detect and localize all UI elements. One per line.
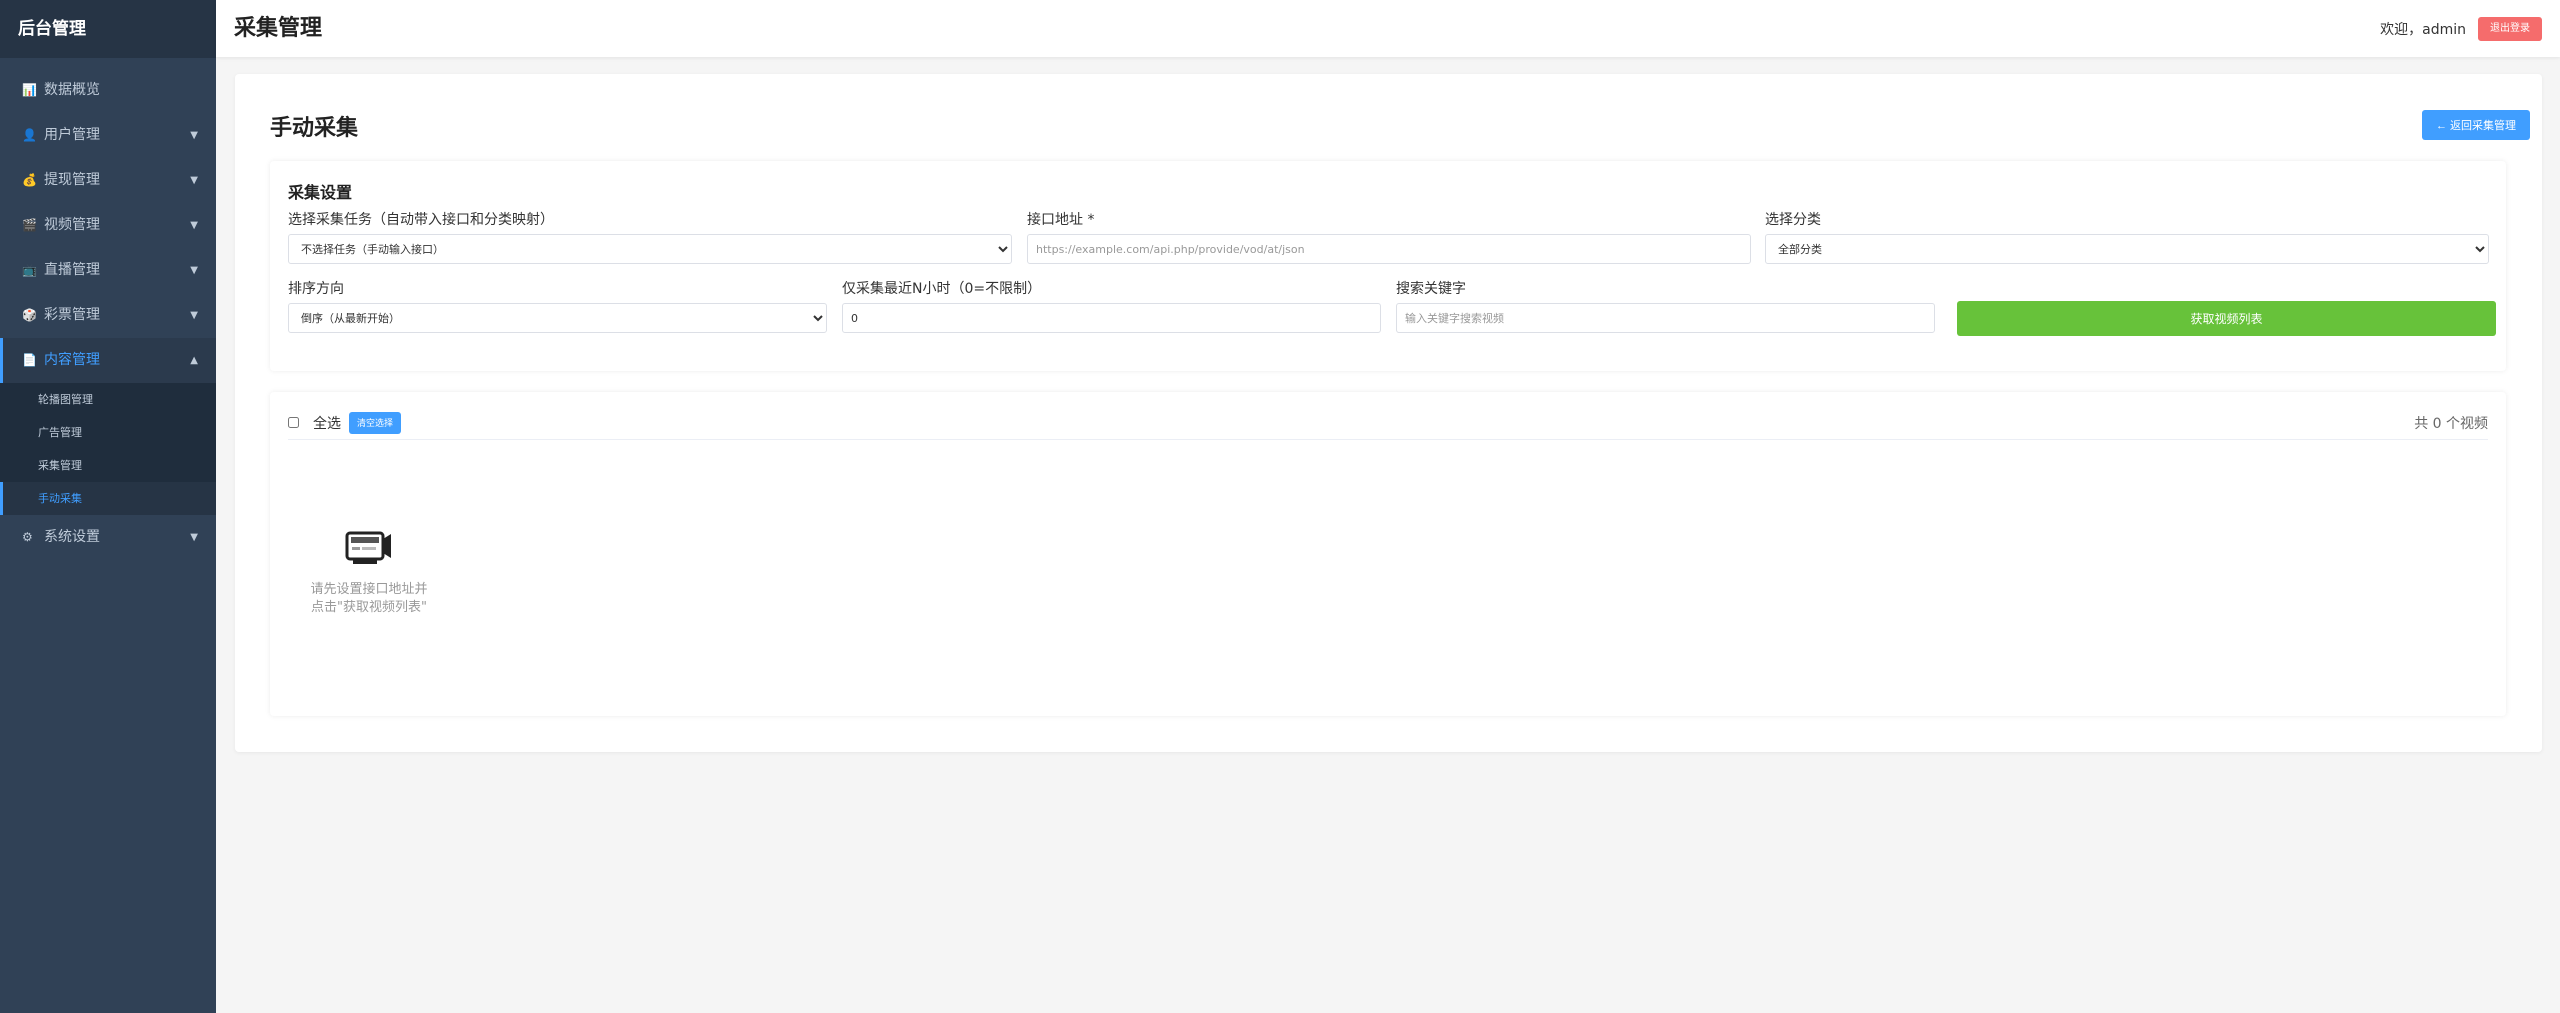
chevron-down-icon: ▼ [190,220,198,231]
chevron-down-icon: ▼ [190,310,198,321]
chevron-up-icon: ▲ [190,355,198,366]
task-label: 选择采集任务（自动带入接口和分类映射） [288,212,554,228]
select-all-label[interactable]: 全选 [313,413,341,433]
user-icon: 👤 [22,128,37,142]
sidebar-item-label: 数据概览 [44,82,100,98]
sidebar-item-label: 系统设置 [44,529,100,545]
sidebar-subitem-ads[interactable]: 广告管理 [0,416,216,449]
keyword-input[interactable] [1396,303,1935,333]
sort-select[interactable]: 倒序（从最新开始） [288,303,827,333]
sidebar-item-withdraw[interactable]: 💰 提现管理 ▼ [0,158,216,203]
welcome-text: 欢迎，admin [2380,22,2466,38]
sidebar-item-label: 内容管理 [44,352,100,368]
hours-input[interactable] [842,303,1381,333]
document-icon: 📄 [22,353,37,367]
task-field: 选择采集任务（自动带入接口和分类映射） 不选择任务（手动输入接口） [288,209,1012,264]
sidebar-item-label: 彩票管理 [44,307,100,323]
sidebar: 后台管理 📊 数据概览 👤 用户管理 ▼ 💰 提现管理 ▼ 🎬 视频管理 ▼ 📺 直播管理… [0,0,216,1013]
api-field: 接口地址 * [1027,209,1751,264]
sidebar-item-content[interactable]: 📄 内容管理 ▲ [0,338,216,383]
sort-field: 排序方向 倒序（从最新开始） [288,278,827,333]
hours-field: 仅采集最近N小时（0=不限制） [842,278,1381,333]
sidebar-subitem-banner[interactable]: 轮播图管理 [0,383,216,416]
collect-settings-panel: 采集设置 选择采集任务（自动带入接口和分类映射） 不选择任务（手动输入接口） 接… [270,161,2506,371]
category-field: 选择分类 全部分类 [1765,209,2489,264]
video-camera-icon [345,531,391,564]
empty-state: 请先设置接口地址并点击"获取视频列表" [308,527,430,617]
fetch-video-list-button[interactable]: 获取视频列表 [1957,301,2496,336]
chart-icon: 📊 [22,83,37,97]
empty-state-text: 请先设置接口地址并点击"获取视频列表" [310,582,428,615]
sidebar-title: 后台管理 [0,0,216,58]
api-url-input[interactable] [1027,234,1751,264]
page-title: 手动采集 [270,116,359,141]
chevron-down-icon: ▼ [190,175,198,186]
sidebar-nav: 📊 数据概览 👤 用户管理 ▼ 💰 提现管理 ▼ 🎬 视频管理 ▼ 📺 直播管理 ▼ 🎲 彩… [0,68,216,560]
film-icon: 🎬 [22,218,37,232]
clear-selection-button[interactable]: 清空选择 [349,411,402,434]
category-label: 选择分类 [1765,212,1821,228]
gear-icon: ⚙ [22,530,33,544]
top-header: 采集管理 欢迎，admin 退出登录 [216,0,2560,57]
sidebar-item-label: 视频管理 [44,217,100,233]
select-all-checkbox[interactable] [288,417,299,428]
main-card: 手动采集 ← 返回采集管理 采集设置 选择采集任务（自动带入接口和分类映射） 不… [235,74,2542,752]
back-to-collect-button[interactable]: ← 返回采集管理 [2421,110,2530,140]
sidebar-subitem-manual-collect[interactable]: 手动采集 [0,482,216,515]
settings-heading: 采集设置 [288,183,353,202]
video-list-panel: 全选 清空选择 共 0 个视频 请先设置接口地址并点击"获取视频列表" [270,392,2506,716]
sidebar-item-dashboard[interactable]: 📊 数据概览 [0,68,216,113]
sidebar-item-settings[interactable]: ⚙ 系统设置 ▼ [0,515,216,560]
sidebar-item-label: 直播管理 [44,262,100,278]
sidebar-item-users[interactable]: 👤 用户管理 ▼ [0,113,216,158]
sidebar-item-lottery[interactable]: 🎲 彩票管理 ▼ [0,293,216,338]
chevron-down-icon: ▼ [190,265,198,276]
dice-icon: 🎲 [22,308,37,322]
keyword-field: 搜索关键字 [1396,278,1935,333]
sidebar-subitem-collect[interactable]: 采集管理 [0,449,216,482]
chevron-down-icon: ▼ [190,130,198,141]
sidebar-item-live[interactable]: 📺 直播管理 ▼ [0,248,216,293]
sidebar-item-label: 提现管理 [44,172,100,188]
sidebar-item-videos[interactable]: 🎬 视频管理 ▼ [0,203,216,248]
video-total-count: 共 0 个视频 [2414,415,2488,432]
sort-label: 排序方向 [288,281,344,297]
sidebar-item-label: 用户管理 [44,127,100,143]
hours-label: 仅采集最近N小时（0=不限制） [842,281,1042,297]
sidebar-submenu-content: 轮播图管理 广告管理 采集管理 手动采集 [0,383,216,515]
logout-button[interactable]: 退出登录 [2478,17,2542,41]
money-bag-icon: 💰 [22,173,37,187]
category-select[interactable]: 全部分类 [1765,234,2489,264]
keyword-label: 搜索关键字 [1396,281,1466,297]
tv-icon: 📺 [22,263,37,277]
video-list-header: 全选 清空选择 共 0 个视频 [288,406,2488,440]
page-header-title: 采集管理 [234,16,323,41]
task-select[interactable]: 不选择任务（手动输入接口） [288,234,1012,264]
header-user-area: 欢迎，admin 退出登录 [2380,16,2542,42]
chevron-down-icon: ▼ [190,532,198,543]
api-label: 接口地址 * [1027,212,1095,228]
